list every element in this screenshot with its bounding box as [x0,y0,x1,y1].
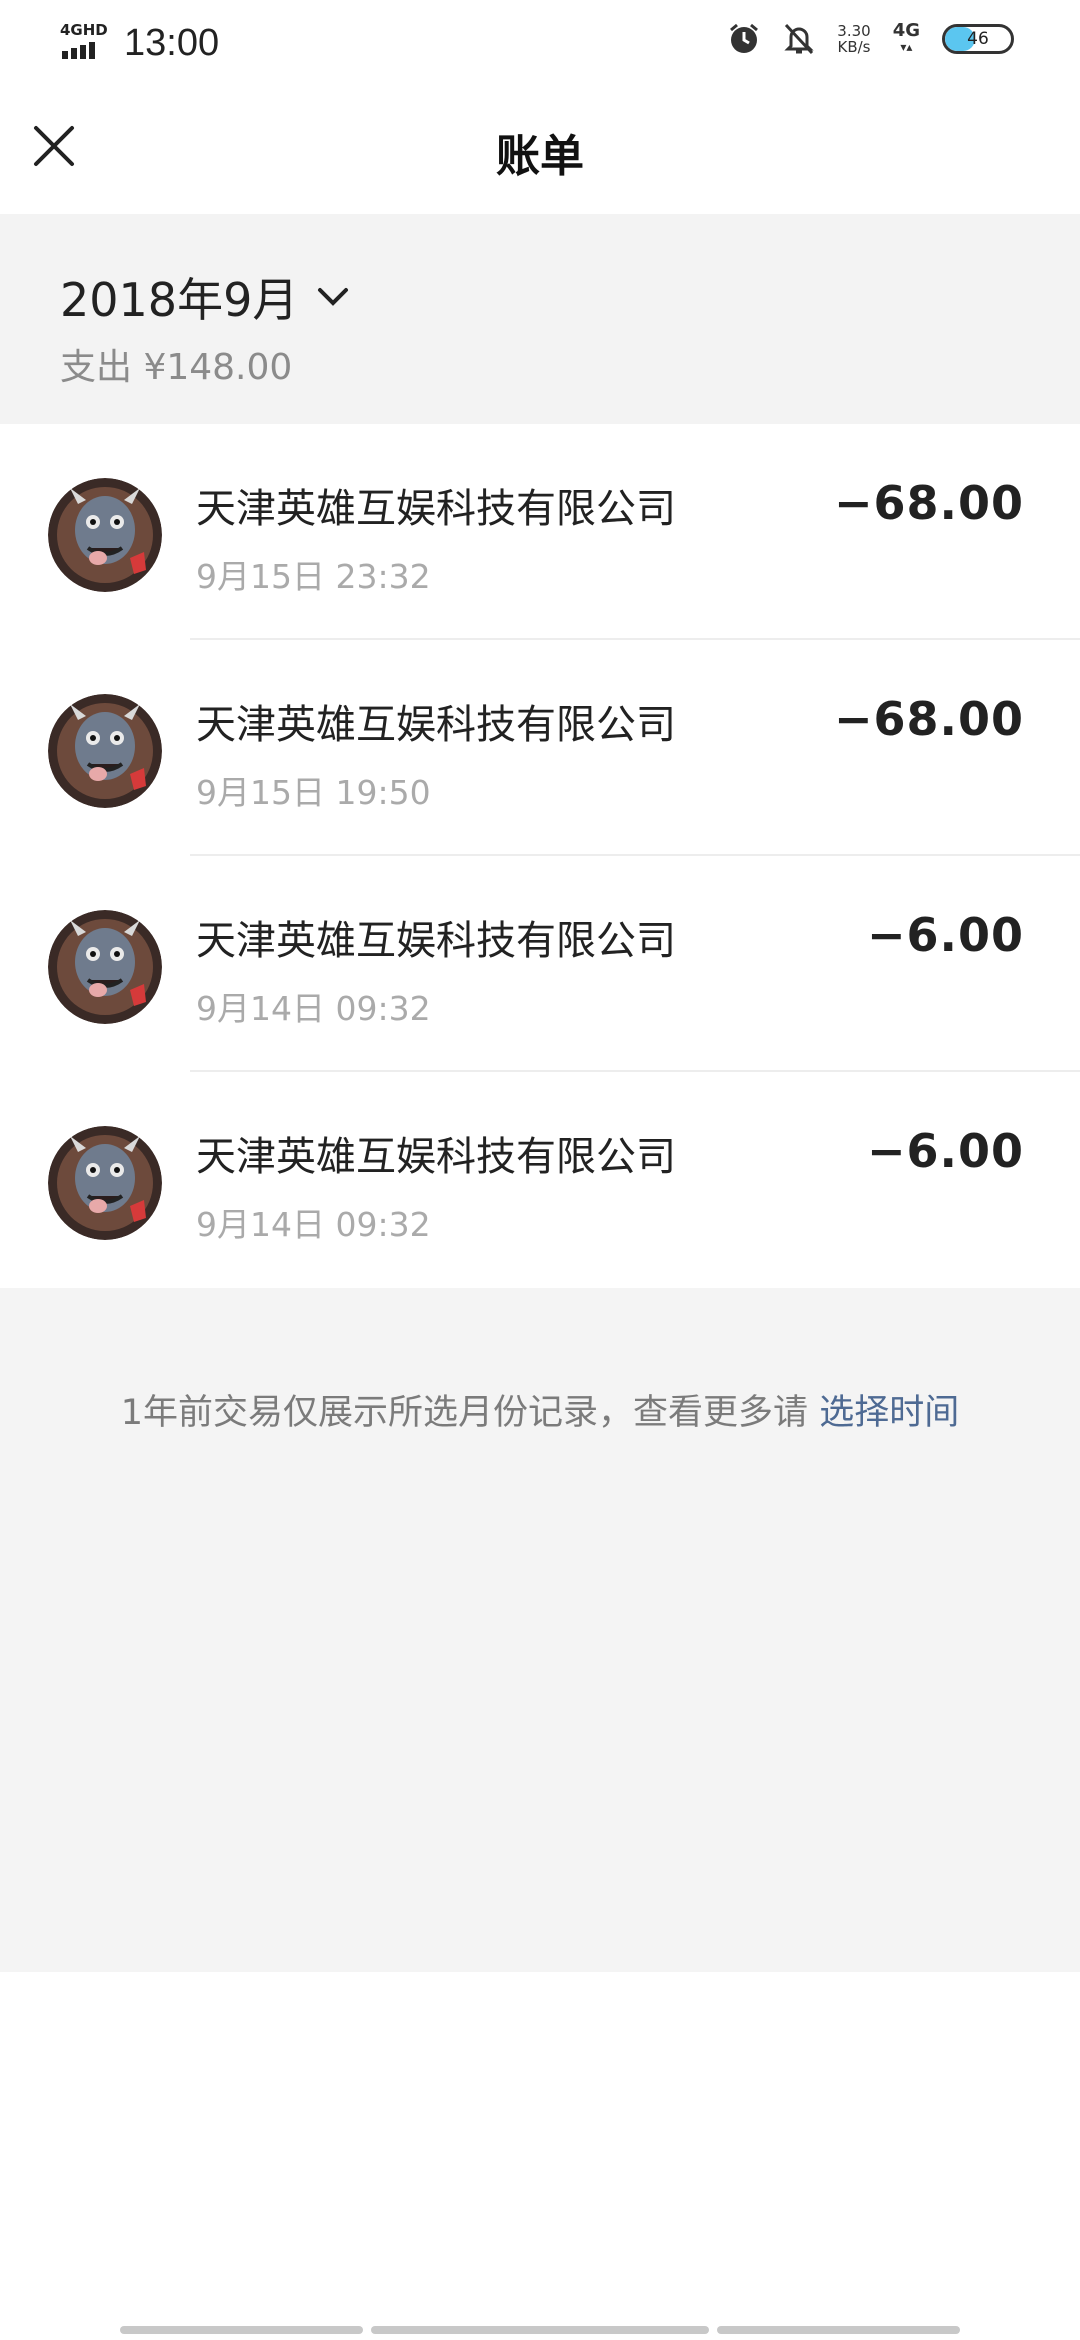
transaction-row[interactable]: 天津英雄互娱科技有限公司 9月15日 23:32 −68.00 [0,424,1080,640]
merchant-avatar [48,1126,162,1240]
merchant-name: 天津英雄互娱科技有限公司 [196,918,676,964]
month-selector[interactable]: 2018年9月 [60,264,350,330]
transaction-time: 9月15日 19:50 [196,773,431,812]
transaction-time: 9月14日 09:32 [196,989,431,1028]
status-bar: 4GHD 13:00 3.30 KB/s 4G ▾▴ 46 [0,0,1080,86]
month-summary: 2018年9月 支出 ¥148.00 [0,214,1080,424]
month-label: 2018年9月 [60,273,299,327]
transaction-row[interactable]: 天津英雄互娱科技有限公司 9月15日 19:50 −68.00 [0,640,1080,856]
history-notice-area: 1年前交易仅展示所选月份记录，查看更多请 选择时间 [0,1288,1080,1972]
network-label: 4GHD [60,21,108,39]
merchant-name: 天津英雄互娱科技有限公司 [196,702,676,748]
cell-4g-indicator: 4G ▾▴ [892,20,920,55]
transaction-row[interactable]: 天津英雄互娱科技有限公司 9月14日 09:32 −6.00 [0,1072,1080,1288]
transaction-row[interactable]: 天津英雄互娱科技有限公司 9月14日 09:32 −6.00 [0,856,1080,1072]
merchant-avatar [48,910,162,1024]
transaction-amount: −68.00 [833,476,1024,530]
transaction-amount: −68.00 [833,692,1024,746]
history-notice: 1年前交易仅展示所选月份记录，查看更多请 选择时间 [0,1384,1080,1435]
status-time: 13:00 [124,21,220,64]
select-time-link[interactable]: 选择时间 [819,1393,959,1433]
transaction-time: 9月14日 09:32 [196,1205,431,1244]
merchant-name: 天津英雄互娱科技有限公司 [196,1134,676,1180]
battery-icon: 46 [942,24,1014,54]
top-nav: 账单 [0,86,1080,214]
battery-level: 46 [967,29,989,49]
merchant-name: 天津英雄互娱科技有限公司 [196,486,676,532]
page-title: 账单 [496,131,584,182]
gesture-bar [120,2326,961,2334]
cellular-signal-icon: 4GHD [60,21,108,63]
network-speed: 3.30 KB/s [837,22,871,56]
merchant-avatar [48,694,162,808]
transaction-amount: −6.00 [866,908,1024,962]
transaction-list: 天津英雄互娱科技有限公司 9月15日 23:32 −68.00 天津英雄互娱科技… [0,424,1080,1288]
expense-total: 支出 ¥148.00 [60,347,293,388]
transaction-time: 9月15日 23:32 [196,557,431,596]
transaction-amount: −6.00 [866,1124,1024,1178]
notifications-off-icon [784,23,814,55]
merchant-avatar [48,478,162,592]
alarm-icon [730,23,759,53]
notice-text: 1年前交易仅展示所选月份记录，查看更多请 [120,1393,809,1433]
chevron-down-icon [318,288,349,306]
